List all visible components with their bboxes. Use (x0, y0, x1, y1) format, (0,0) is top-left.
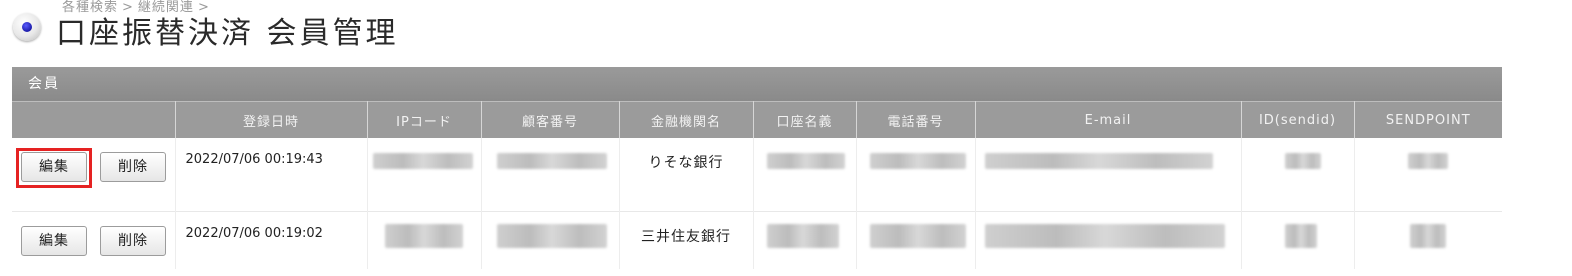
sendid-cell (1241, 210, 1355, 269)
column-header-account-holder: 口座名義 (753, 101, 857, 138)
redacted-value (372, 153, 473, 169)
row-actions: 編集 削除 (12, 210, 176, 269)
table-row: 編集 削除 2022/07/06 00:19:02 三井住友銀行 (12, 210, 1502, 269)
sendpoint-cell (1354, 138, 1502, 211)
email-cell (975, 138, 1242, 211)
redacted-value (1409, 223, 1446, 248)
redacted-value (869, 153, 966, 169)
account-holder-cell (753, 210, 857, 269)
column-header-customer-number: 顧客番号 (481, 101, 620, 138)
registered-at-cell: 2022/07/06 00:19:02 (175, 210, 368, 269)
delete-button[interactable]: 削除 (100, 152, 166, 182)
page-title: 口座振替決済 会員管理 (56, 16, 399, 51)
members-panel: 会員 登録日時 IPコード 顧客番号 金融機関名 口座名義 電話番号 E-mai… (12, 67, 1502, 276)
redacted-value (1284, 223, 1317, 248)
row-actions: 編集 削除 (12, 138, 176, 211)
column-header-bank-name: 金融機関名 (619, 101, 754, 138)
redacted-value (869, 223, 966, 248)
ip-code-cell (367, 138, 482, 211)
redacted-value (984, 153, 1213, 169)
bank-name-cell: りそな銀行 (619, 138, 754, 211)
column-header-ip-code: IPコード (367, 101, 482, 138)
registered-at-cell: 2022/07/06 00:19:43 (175, 138, 368, 211)
column-header-email: E-mail (975, 101, 1242, 138)
table-header-row: 登録日時 IPコード 顧客番号 金融機関名 口座名義 電話番号 E-mail I… (12, 101, 1502, 138)
redacted-value (496, 153, 607, 169)
delete-button[interactable]: 削除 (100, 225, 166, 256)
edit-button[interactable]: 編集 (21, 152, 87, 182)
column-header-sendid: ID(sendid) (1241, 101, 1355, 138)
column-header-registered-at: 登録日時 (175, 101, 368, 138)
customer-number-cell (481, 210, 620, 269)
customer-number-cell (481, 138, 620, 211)
table-row: 編集 削除 2022/07/06 00:19:43 りそな銀行 (12, 138, 1502, 211)
redacted-value (766, 153, 845, 169)
redacted-value (1284, 153, 1321, 169)
redacted-value (766, 223, 839, 248)
redacted-value (1407, 153, 1448, 169)
phone-cell (856, 210, 976, 269)
sendid-cell (1241, 138, 1355, 211)
column-header-sendpoint: SENDPOINT (1354, 101, 1502, 138)
phone-cell (856, 138, 976, 211)
edit-button[interactable]: 編集 (21, 225, 87, 256)
panel-title: 会員 (12, 67, 1502, 101)
bank-name-cell: 三井住友銀行 (619, 210, 754, 269)
radio-bullet-icon (13, 13, 41, 41)
ip-code-cell (367, 210, 482, 269)
column-header-phone: 電話番号 (856, 101, 976, 138)
redacted-value (984, 223, 1225, 248)
members-table: 登録日時 IPコード 顧客番号 金融機関名 口座名義 電話番号 E-mail I… (12, 101, 1502, 269)
account-holder-cell (753, 138, 857, 211)
redacted-value (496, 223, 607, 248)
sendpoint-cell (1354, 210, 1502, 269)
email-cell (975, 210, 1242, 269)
redacted-value (384, 223, 463, 248)
column-header-actions (12, 101, 176, 138)
